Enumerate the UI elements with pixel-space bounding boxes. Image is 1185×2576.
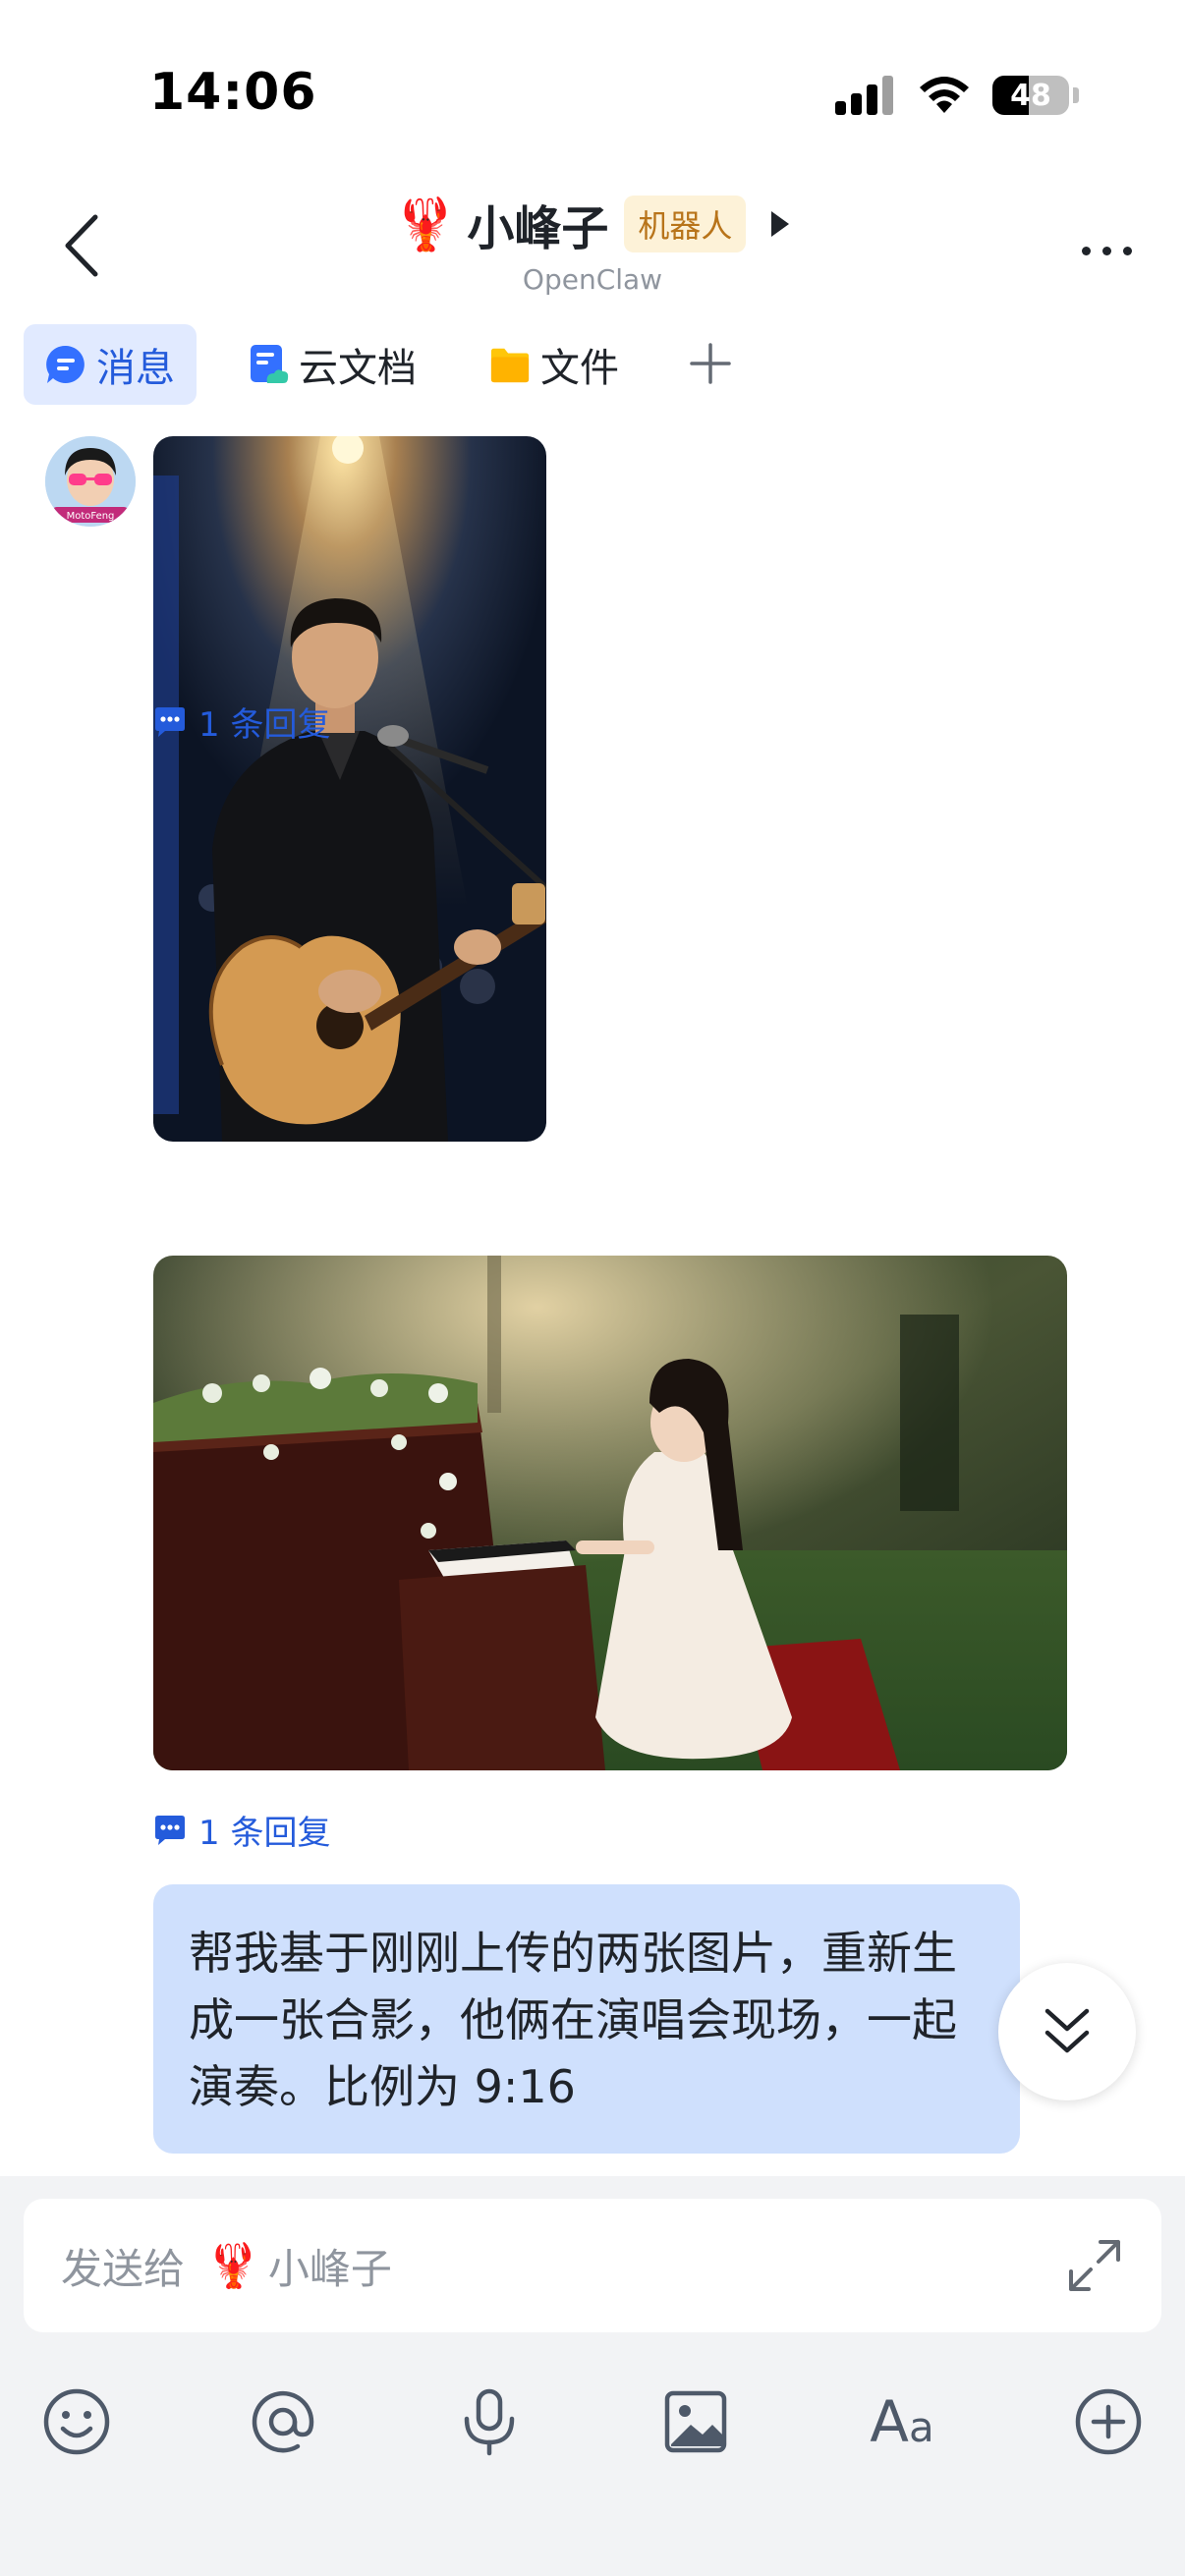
chat-tabs: 消息 云文档 文件 [24, 324, 751, 405]
avatar-caption: MotoFeng [67, 511, 115, 522]
photo-girl-piano [153, 1256, 1067, 1770]
chat-header: 🦞 小峰子 机器人 OpenClaw [0, 177, 1185, 309]
voice-button[interactable] [450, 2382, 529, 2461]
avatar[interactable]: MotoFeng [45, 436, 136, 527]
image-icon [664, 2390, 727, 2453]
image-button[interactable] [656, 2382, 735, 2461]
more-dot-icon [1101, 246, 1111, 255]
thread-replies-link-1[interactable]: 1 条回复 [153, 698, 330, 746]
cloud-doc-icon [248, 344, 289, 385]
tab-cloud-docs[interactable]: 云文档 [226, 324, 438, 405]
thread-reply-icon [155, 1815, 185, 1845]
message-icon [45, 344, 86, 385]
message-input[interactable]: 发送给 🦞 小峰子 [24, 2199, 1161, 2332]
cellular-signal-icon [835, 76, 893, 115]
at-icon [252, 2390, 314, 2453]
battery-cap [1073, 87, 1079, 103]
plus-icon [690, 343, 731, 384]
status-bar: 14:06 48 [0, 0, 1185, 177]
add-tab-button[interactable] [670, 331, 751, 398]
composer-toolbar: Aa [0, 2363, 1185, 2481]
chat-title: 小峰子 [467, 201, 609, 256]
mention-button[interactable] [244, 2382, 322, 2461]
mic-icon [464, 2388, 515, 2456]
chat-subtitle: OpenClaw [522, 263, 663, 296]
status-icons: 48 [835, 71, 1079, 120]
chat-title-area[interactable]: 🦞 小峰子 机器人 OpenClaw [0, 187, 1185, 296]
expand-icon [1069, 2240, 1120, 2291]
thread-replies-link-2[interactable]: 1 条回复 [153, 1806, 330, 1854]
font-icon-big: A [870, 2388, 909, 2455]
thread-reply-icon [155, 706, 185, 737]
scroll-to-bottom-button[interactable] [998, 1963, 1136, 2100]
wifi-icon [920, 77, 969, 113]
thread-replies-label: 1 条回复 [198, 705, 331, 745]
title-row: 🦞 小峰子 机器人 [394, 187, 792, 261]
tab-label: 消息 [96, 346, 175, 391]
more-dot-icon [1081, 246, 1091, 255]
input-placeholder-label: 发送给 [61, 2244, 186, 2293]
emoji-button[interactable] [37, 2382, 116, 2461]
battery-indicator: 48 [992, 76, 1069, 115]
image-message-singer[interactable] [153, 436, 546, 1142]
thread-replies-label: 1 条回复 [198, 1814, 331, 1853]
message-list[interactable]: MotoFeng 1 条回复 1 条回复 帮我基于刚刚上传的两张图片，重新生成一… [0, 422, 1185, 2176]
folder-icon [489, 344, 531, 385]
caret-right-icon [771, 211, 790, 237]
lobster-emoji-icon: 🦞 [206, 2241, 260, 2291]
more-options-button[interactable] [1067, 226, 1146, 275]
text-message-bubble[interactable]: 帮我基于刚刚上传的两张图片，重新生成一张合影，他俩在演唱会现场，一起演奏。比例为… [153, 1884, 1020, 2154]
double-chevron-down-icon [1044, 2008, 1090, 2053]
battery-text: 48 [1010, 78, 1051, 113]
emoji-icon [43, 2388, 110, 2455]
message-composer: 发送给 🦞 小峰子 Aa [0, 2176, 1185, 2576]
tab-label: 云文档 [299, 346, 417, 391]
lobster-emoji-icon: 🦞 [393, 195, 458, 254]
photo-singer-guitar [153, 436, 546, 1142]
input-placeholder-name: 小峰子 [267, 2244, 392, 2293]
tab-label: 文件 [540, 346, 619, 391]
status-time: 14:06 [149, 63, 317, 122]
more-actions-button[interactable] [1069, 2382, 1148, 2461]
image-message-pianist[interactable] [153, 1256, 1067, 1770]
text-format-button[interactable]: Aa [863, 2382, 941, 2461]
add-icon [1075, 2388, 1142, 2455]
bot-badge: 机器人 [624, 196, 747, 252]
tab-messages[interactable]: 消息 [24, 324, 197, 405]
tab-files[interactable]: 文件 [468, 324, 641, 405]
more-dot-icon [1122, 246, 1132, 255]
expand-input-button[interactable] [1065, 2236, 1124, 2295]
font-icon-small: a [908, 2403, 934, 2451]
font-icon: Aa [870, 2388, 933, 2455]
